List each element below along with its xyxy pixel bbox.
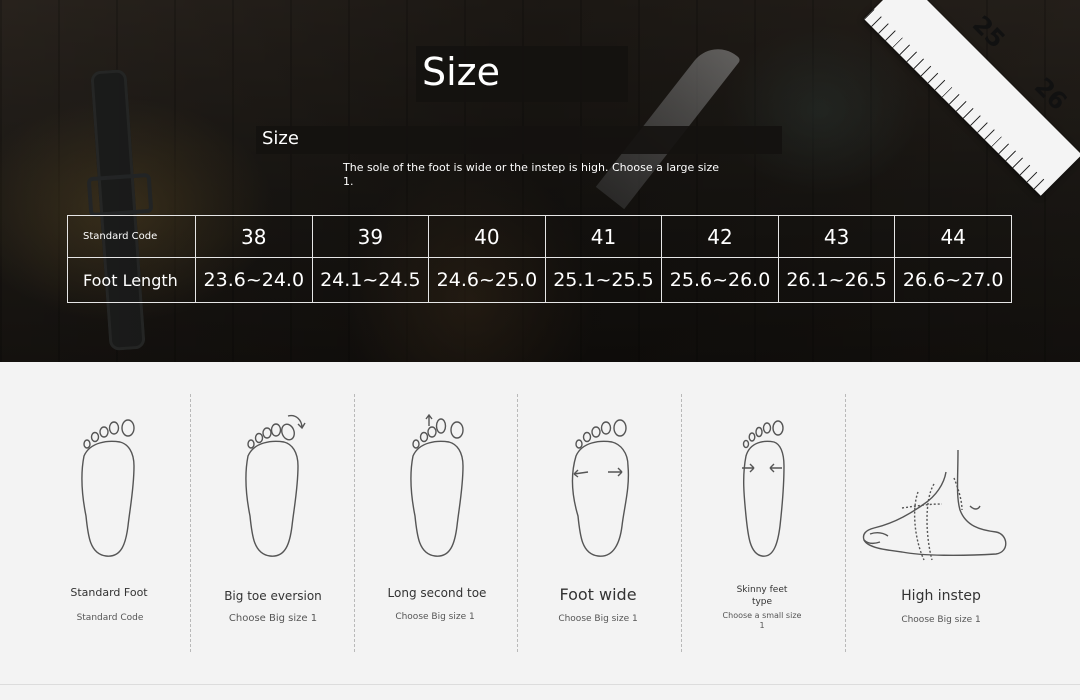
title-box: Size xyxy=(416,46,628,102)
size-code-cell: 44 xyxy=(894,215,1012,258)
column-divider xyxy=(845,394,846,652)
wide-foot-icon xyxy=(568,414,634,558)
foot-length-cell: 26.1~26.5 xyxy=(777,257,896,303)
foot-type-label: Standard Foot xyxy=(70,586,148,599)
long-second-toe-icon xyxy=(405,414,471,558)
foot-type-advice: Choose Big size 1 xyxy=(228,613,318,624)
size-code-cell: 41 xyxy=(544,215,663,258)
high-instep-icon xyxy=(862,448,1012,564)
size-code-cell: 39 xyxy=(311,215,430,258)
skinny-foot-icon xyxy=(738,416,788,558)
section-subtitle: Size xyxy=(262,128,299,149)
big-toe-eversion-icon xyxy=(240,410,310,558)
foot-type-label: Foot wide xyxy=(559,585,637,604)
row-header-foot-length: Foot Length xyxy=(67,257,196,303)
size-code-cell: 40 xyxy=(428,215,546,258)
column-divider xyxy=(681,394,682,652)
size-code-cell: 38 xyxy=(195,215,313,258)
foot-type-advice: Choose Big size 1 xyxy=(901,615,981,625)
foot-length-cell: 24.6~25.0 xyxy=(428,257,546,303)
bottom-divider xyxy=(0,684,1080,685)
subtitle-box: Size xyxy=(256,126,782,154)
column-divider xyxy=(354,394,355,652)
row-header-standard-code: Standard Code xyxy=(67,215,196,258)
size-note: The sole of the foot is wide or the inst… xyxy=(343,161,720,188)
column-divider xyxy=(517,394,518,652)
size-table: Standard Code 38 39 40 41 42 43 44 Foot … xyxy=(67,215,1012,303)
size-code-cell: 42 xyxy=(661,215,779,258)
standard-foot-icon xyxy=(76,416,142,558)
size-code-cell: 43 xyxy=(777,215,896,258)
foot-length-cell: 23.6~24.0 xyxy=(195,257,313,303)
foot-type-label: Skinny feet type xyxy=(736,585,788,607)
table-row-foot-length: Foot Length 23.6~24.0 24.1~24.5 24.6~25.… xyxy=(67,257,1012,303)
size-banner: 25 26 Size Size The sole of the foot is … xyxy=(0,0,1080,362)
page-title: Size xyxy=(422,50,501,94)
foot-length-cell: 26.6~27.0 xyxy=(894,257,1012,303)
foot-type-label: High instep xyxy=(901,588,981,604)
foot-type-label: Big toe eversion xyxy=(224,589,322,603)
foot-length-cell: 24.1~24.5 xyxy=(311,257,430,303)
foot-type-advice: Standard Code xyxy=(76,613,144,623)
foot-length-cell: 25.6~26.0 xyxy=(661,257,779,303)
foot-type-advice: Choose a small size 1 xyxy=(722,611,802,630)
foot-length-cell: 25.1~25.5 xyxy=(544,257,663,303)
column-divider xyxy=(190,394,191,652)
foot-type-label: Long second toe xyxy=(387,586,487,600)
foot-type-advice: Choose Big size 1 xyxy=(395,612,475,622)
foot-type-advice: Choose Big size 1 xyxy=(558,614,638,624)
table-row-standard-code: Standard Code 38 39 40 41 42 43 44 xyxy=(67,215,1012,258)
